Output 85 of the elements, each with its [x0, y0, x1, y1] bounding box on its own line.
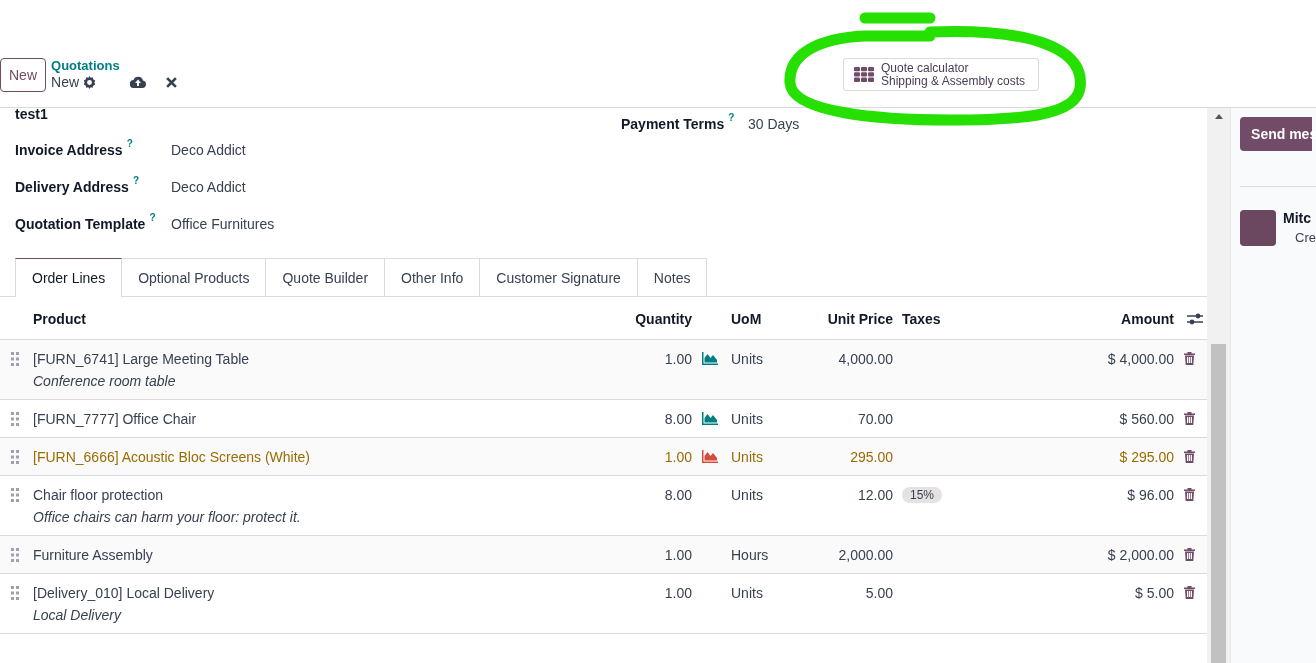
trash-icon[interactable] — [1184, 450, 1195, 463]
scrollbar[interactable] — [1207, 108, 1231, 663]
unit-price-cell-text: 70.00 — [856, 410, 893, 428]
column-settings-icon[interactable] — [1187, 312, 1203, 326]
message-author: Mitc — [1283, 210, 1313, 226]
amount-cell-text: $ 295.00 — [1118, 448, 1174, 466]
help-mark[interactable]: ? — [126, 138, 133, 154]
trash-icon[interactable] — [1184, 488, 1195, 501]
grid-icon — [854, 67, 875, 82]
field-label: Payment Terms — [621, 116, 725, 132]
quote-calculator-button[interactable]: Quote calculator Shipping & Assembly costs — [843, 58, 1039, 91]
product-name[interactable]: [FURN_6666] Acoustic Bloc Screens (White) — [33, 449, 310, 465]
product-name[interactable]: Chair floor protection — [33, 487, 163, 503]
column-header[interactable]: Unit Price — [811, 311, 893, 327]
new-button[interactable]: New — [0, 58, 46, 92]
field-label: Quotation Template — [15, 216, 146, 232]
help-mark[interactable]: ? — [728, 112, 735, 128]
tab[interactable]: Notes — [636, 258, 708, 296]
field-label: Delivery Address — [15, 179, 129, 195]
product-name[interactable]: [FURN_6741] Large Meeting Table — [33, 351, 250, 367]
uom-cell-text: Units — [731, 410, 764, 428]
help-mark[interactable]: ? — [132, 175, 139, 191]
amount-cell-text: $ 4,000.00 — [1106, 350, 1174, 368]
record-title: New — [51, 74, 80, 90]
quantity-cell-text: 1.00 — [663, 350, 692, 368]
trash-icon[interactable] — [1184, 586, 1195, 599]
column-header[interactable]: Amount — [1022, 311, 1174, 327]
drag-handle-icon[interactable] — [11, 412, 19, 426]
uom-cell-text: Hours — [731, 546, 770, 564]
field-label: Invoice Address — [15, 142, 123, 158]
cloud-upload-icon[interactable] — [130, 76, 147, 88]
amount-cell-text: $ 5.00 — [1134, 584, 1174, 602]
uom-cell-text: Units — [731, 486, 764, 504]
trash-icon[interactable] — [1184, 352, 1195, 365]
quantity-cell-text: 1.00 — [663, 448, 692, 466]
close-icon[interactable] — [166, 76, 178, 88]
product-name[interactable]: [Delivery_010] Local Delivery — [33, 585, 215, 601]
record-name: test1 — [15, 108, 49, 124]
tax-tag: 15% — [902, 487, 943, 503]
quantity-cell-text: 8.00 — [663, 410, 692, 428]
scrollbar-thumb[interactable] — [1211, 344, 1227, 663]
unit-price-cell-text: 4,000.00 — [837, 350, 893, 368]
help-mark[interactable]: ? — [149, 212, 156, 228]
trash-icon[interactable] — [1184, 412, 1195, 425]
drag-handle-icon[interactable] — [11, 586, 19, 600]
column-header[interactable]: UoM — [731, 311, 811, 327]
field-value[interactable]: Deco Addict — [171, 179, 246, 195]
drag-handle-icon[interactable] — [11, 548, 19, 562]
gear-icon[interactable] — [83, 75, 97, 89]
unit-price-cell-text: 2,000.00 — [837, 546, 893, 564]
drag-handle-icon[interactable] — [11, 488, 19, 502]
quantity-cell-text: 1.00 — [663, 546, 692, 564]
amount-cell-text: $ 96.00 — [1126, 486, 1174, 504]
product-name[interactable]: [FURN_7777] Office Chair — [33, 411, 197, 427]
scroll-up-icon[interactable] — [1214, 114, 1223, 119]
avatar — [1240, 210, 1277, 246]
product-description: Office chairs can harm your floor: protect it. — [33, 508, 302, 526]
tab[interactable]: Order Lines — [15, 258, 123, 297]
field-value[interactable]: 30 Days — [748, 116, 800, 132]
column-header[interactable]: Quantity — [600, 311, 692, 327]
field-value[interactable]: Office Furnitures — [171, 216, 275, 232]
breadcrumb-link[interactable]: Quotations — [51, 58, 178, 74]
drag-handle-icon[interactable] — [11, 450, 19, 464]
column-header[interactable]: Taxes — [893, 311, 1022, 327]
column-header[interactable]: Product — [33, 311, 600, 327]
uom-cell-text: Units — [731, 584, 764, 602]
unit-price-cell-text: 12.00 — [856, 486, 893, 504]
product-description: Local Delivery — [33, 606, 123, 624]
amount-cell-text: $ 2,000.00 — [1106, 546, 1174, 564]
quantity-cell-text: 1.00 — [663, 584, 692, 602]
quantity-cell-text: 8.00 — [663, 486, 692, 504]
unit-price-cell-text: 5.00 — [864, 584, 893, 602]
amount-cell-text: $ 560.00 — [1118, 410, 1174, 428]
area-chart-icon[interactable] — [702, 352, 718, 365]
product-description: Conference room table — [33, 372, 177, 390]
trash-icon[interactable] — [1184, 548, 1195, 561]
unit-price-cell-text: 295.00 — [849, 448, 893, 466]
uom-cell-text: Units — [731, 350, 764, 368]
drag-handle-icon[interactable] — [11, 352, 19, 366]
product-name[interactable]: Furniture Assembly — [33, 547, 153, 563]
uom-cell-text: Units — [731, 448, 764, 466]
field-value[interactable]: Deco Addict — [171, 142, 246, 158]
area-chart-icon[interactable] — [702, 412, 718, 425]
message-text: Cre — [1295, 230, 1316, 245]
area-chart-icon[interactable] — [702, 450, 718, 463]
